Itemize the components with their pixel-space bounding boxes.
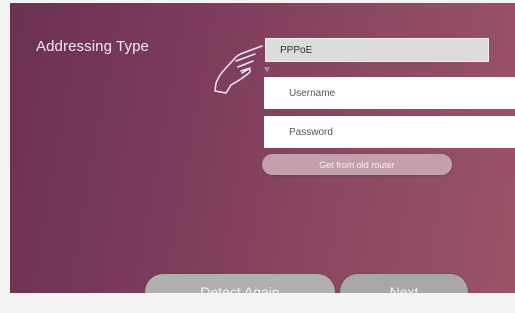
frame-left-border <box>0 0 10 313</box>
frame-bottom-border <box>0 293 515 313</box>
addressing-type-value: PPPoE <box>280 44 313 56</box>
get-from-old-router-button[interactable]: Get from old router <box>262 154 452 175</box>
username-field[interactable] <box>264 77 515 109</box>
password-field[interactable] <box>264 116 515 148</box>
addressing-type-label: Addressing Type <box>36 38 149 55</box>
hand-pointer-icon <box>214 45 263 94</box>
password-input[interactable] <box>264 116 515 148</box>
router-setup-screen: Addressing Type PPPoE Get from old route… <box>0 0 515 313</box>
addressing-type-select[interactable]: PPPoE <box>265 38 489 62</box>
username-input[interactable] <box>264 77 515 109</box>
frame-top-border <box>0 0 515 3</box>
